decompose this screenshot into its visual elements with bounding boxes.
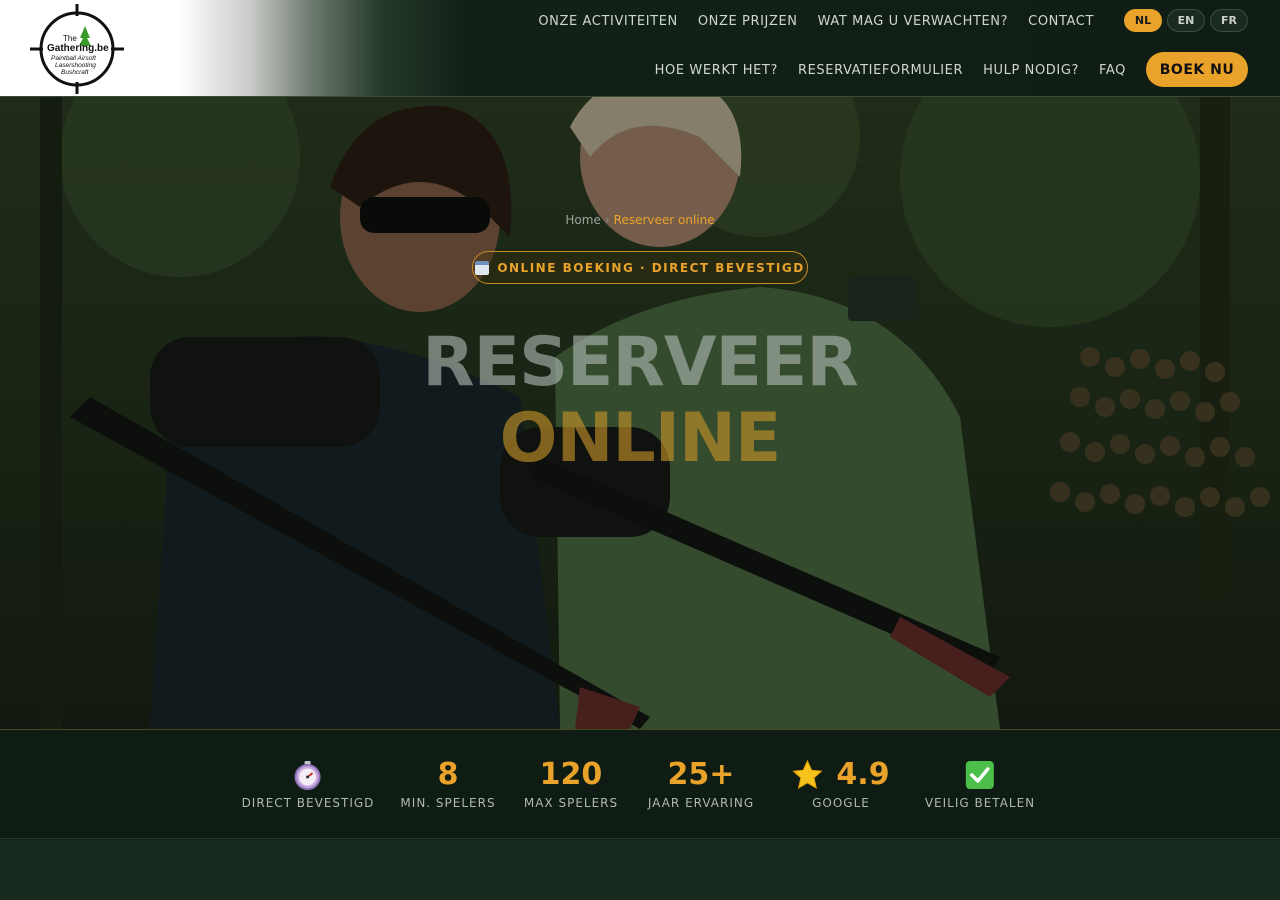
page-title-line1: RESERVEER [422, 323, 859, 402]
stat-google: 4.9 GOOGLE [792, 757, 890, 810]
stat-min-spelers: 8 MIN. SPELERS [400, 757, 496, 811]
star-icon [792, 760, 823, 790]
lang-fr-button[interactable]: FR [1210, 9, 1248, 32]
stats-bar: DIRECT BEVESTIGD 8 MIN. SPELERS 120 MAX … [0, 729, 1280, 839]
stat-direct-bevestigd: DIRECT BEVESTIGD [242, 758, 375, 810]
page-title: RESERVEER ONLINE [0, 325, 1280, 477]
nav-onze-prijzen[interactable]: ONZE PRIJZEN [698, 14, 798, 29]
svg-text:Gathering.be: Gathering.be [47, 43, 109, 54]
stat-value: 4.9 [836, 757, 890, 792]
nav-faq[interactable]: FAQ [1099, 63, 1126, 78]
breadcrumb: Home › Reserveer online [0, 213, 1280, 227]
stat-label: VEILIG BETALEN [924, 796, 1036, 810]
stat-value: 8 [437, 757, 459, 792]
nav-hoe-werkt-het[interactable]: HOE WERKT HET? [655, 63, 778, 78]
hero-section: Home › Reserveer online ONLINE BOEKING · D… [0, 97, 1280, 729]
language-switcher: NL EN FR [1124, 9, 1248, 32]
lang-en-button[interactable]: EN [1167, 9, 1205, 32]
booking-badge: ONLINE BOEKING · DIRECT BEVESTIGD [472, 251, 808, 284]
lang-nl-button[interactable]: NL [1124, 9, 1162, 32]
calendar-icon [475, 260, 490, 275]
stat-label: MAX SPELERS [523, 796, 619, 810]
nav-wat-mag-u-verwachten[interactable]: WAT MAG U VERWACHTEN? [818, 14, 1009, 29]
stat-veilig-betalen: VEILIG BETALEN [925, 758, 1035, 810]
breadcrumb-home-link[interactable]: Home [565, 213, 600, 227]
svg-text:Bushcraft: Bushcraft [61, 69, 90, 76]
site-logo[interactable]: The Gathering.be Paintball Airsoft Laser… [30, 4, 124, 94]
stat-value: 120 [539, 757, 603, 792]
nav-hulp-nodig[interactable]: HULP NODIG? [983, 63, 1079, 78]
stat-value: 25+ [667, 757, 735, 792]
crosshair-logo-icon: The Gathering.be Paintball Airsoft Laser… [30, 4, 124, 94]
stat-jaar-ervaring: 25+ JAAR ERVARING [647, 757, 755, 811]
stat-label: JAAR ERVARING [647, 796, 755, 810]
nav-reservatieformulier[interactable]: RESERVATIEFORMULIER [798, 63, 963, 78]
stat-label: DIRECT BEVESTIGD [241, 796, 375, 810]
page-title-line2: ONLINE [499, 399, 782, 478]
nav-contact[interactable]: CONTACT [1028, 14, 1094, 29]
primary-nav: ONZE ACTIVITEITEN ONZE PRIJZEN WAT MAG U… [518, 10, 1094, 32]
nav-onze-activiteiten[interactable]: ONZE ACTIVITEITEN [538, 14, 678, 29]
secondary-nav: HOE WERKT HET? RESERVATIEFORMULIER HULP … [635, 58, 1126, 82]
book-now-button[interactable]: BOEK NU [1146, 52, 1248, 87]
site-header: The Gathering.be Paintball Airsoft Laser… [0, 0, 1280, 97]
stat-label: GOOGLE [812, 796, 870, 810]
stat-label: MIN. SPELERS [400, 796, 496, 810]
svg-text:Lasershooting: Lasershooting [55, 62, 96, 69]
breadcrumb-current: Reserveer online [613, 213, 715, 227]
svg-text:The: The [63, 34, 77, 43]
content-section-start [0, 840, 1280, 900]
svg-text:Paintball Airsoft: Paintball Airsoft [51, 55, 97, 62]
breadcrumb-separator: › [604, 213, 610, 227]
stopwatch-icon [294, 761, 321, 790]
check-mark-icon [966, 761, 994, 789]
stat-max-spelers: 120 MAX SPELERS [523, 757, 619, 811]
booking-badge-text: ONLINE BOEKING · DIRECT BEVESTIGD [497, 260, 805, 275]
